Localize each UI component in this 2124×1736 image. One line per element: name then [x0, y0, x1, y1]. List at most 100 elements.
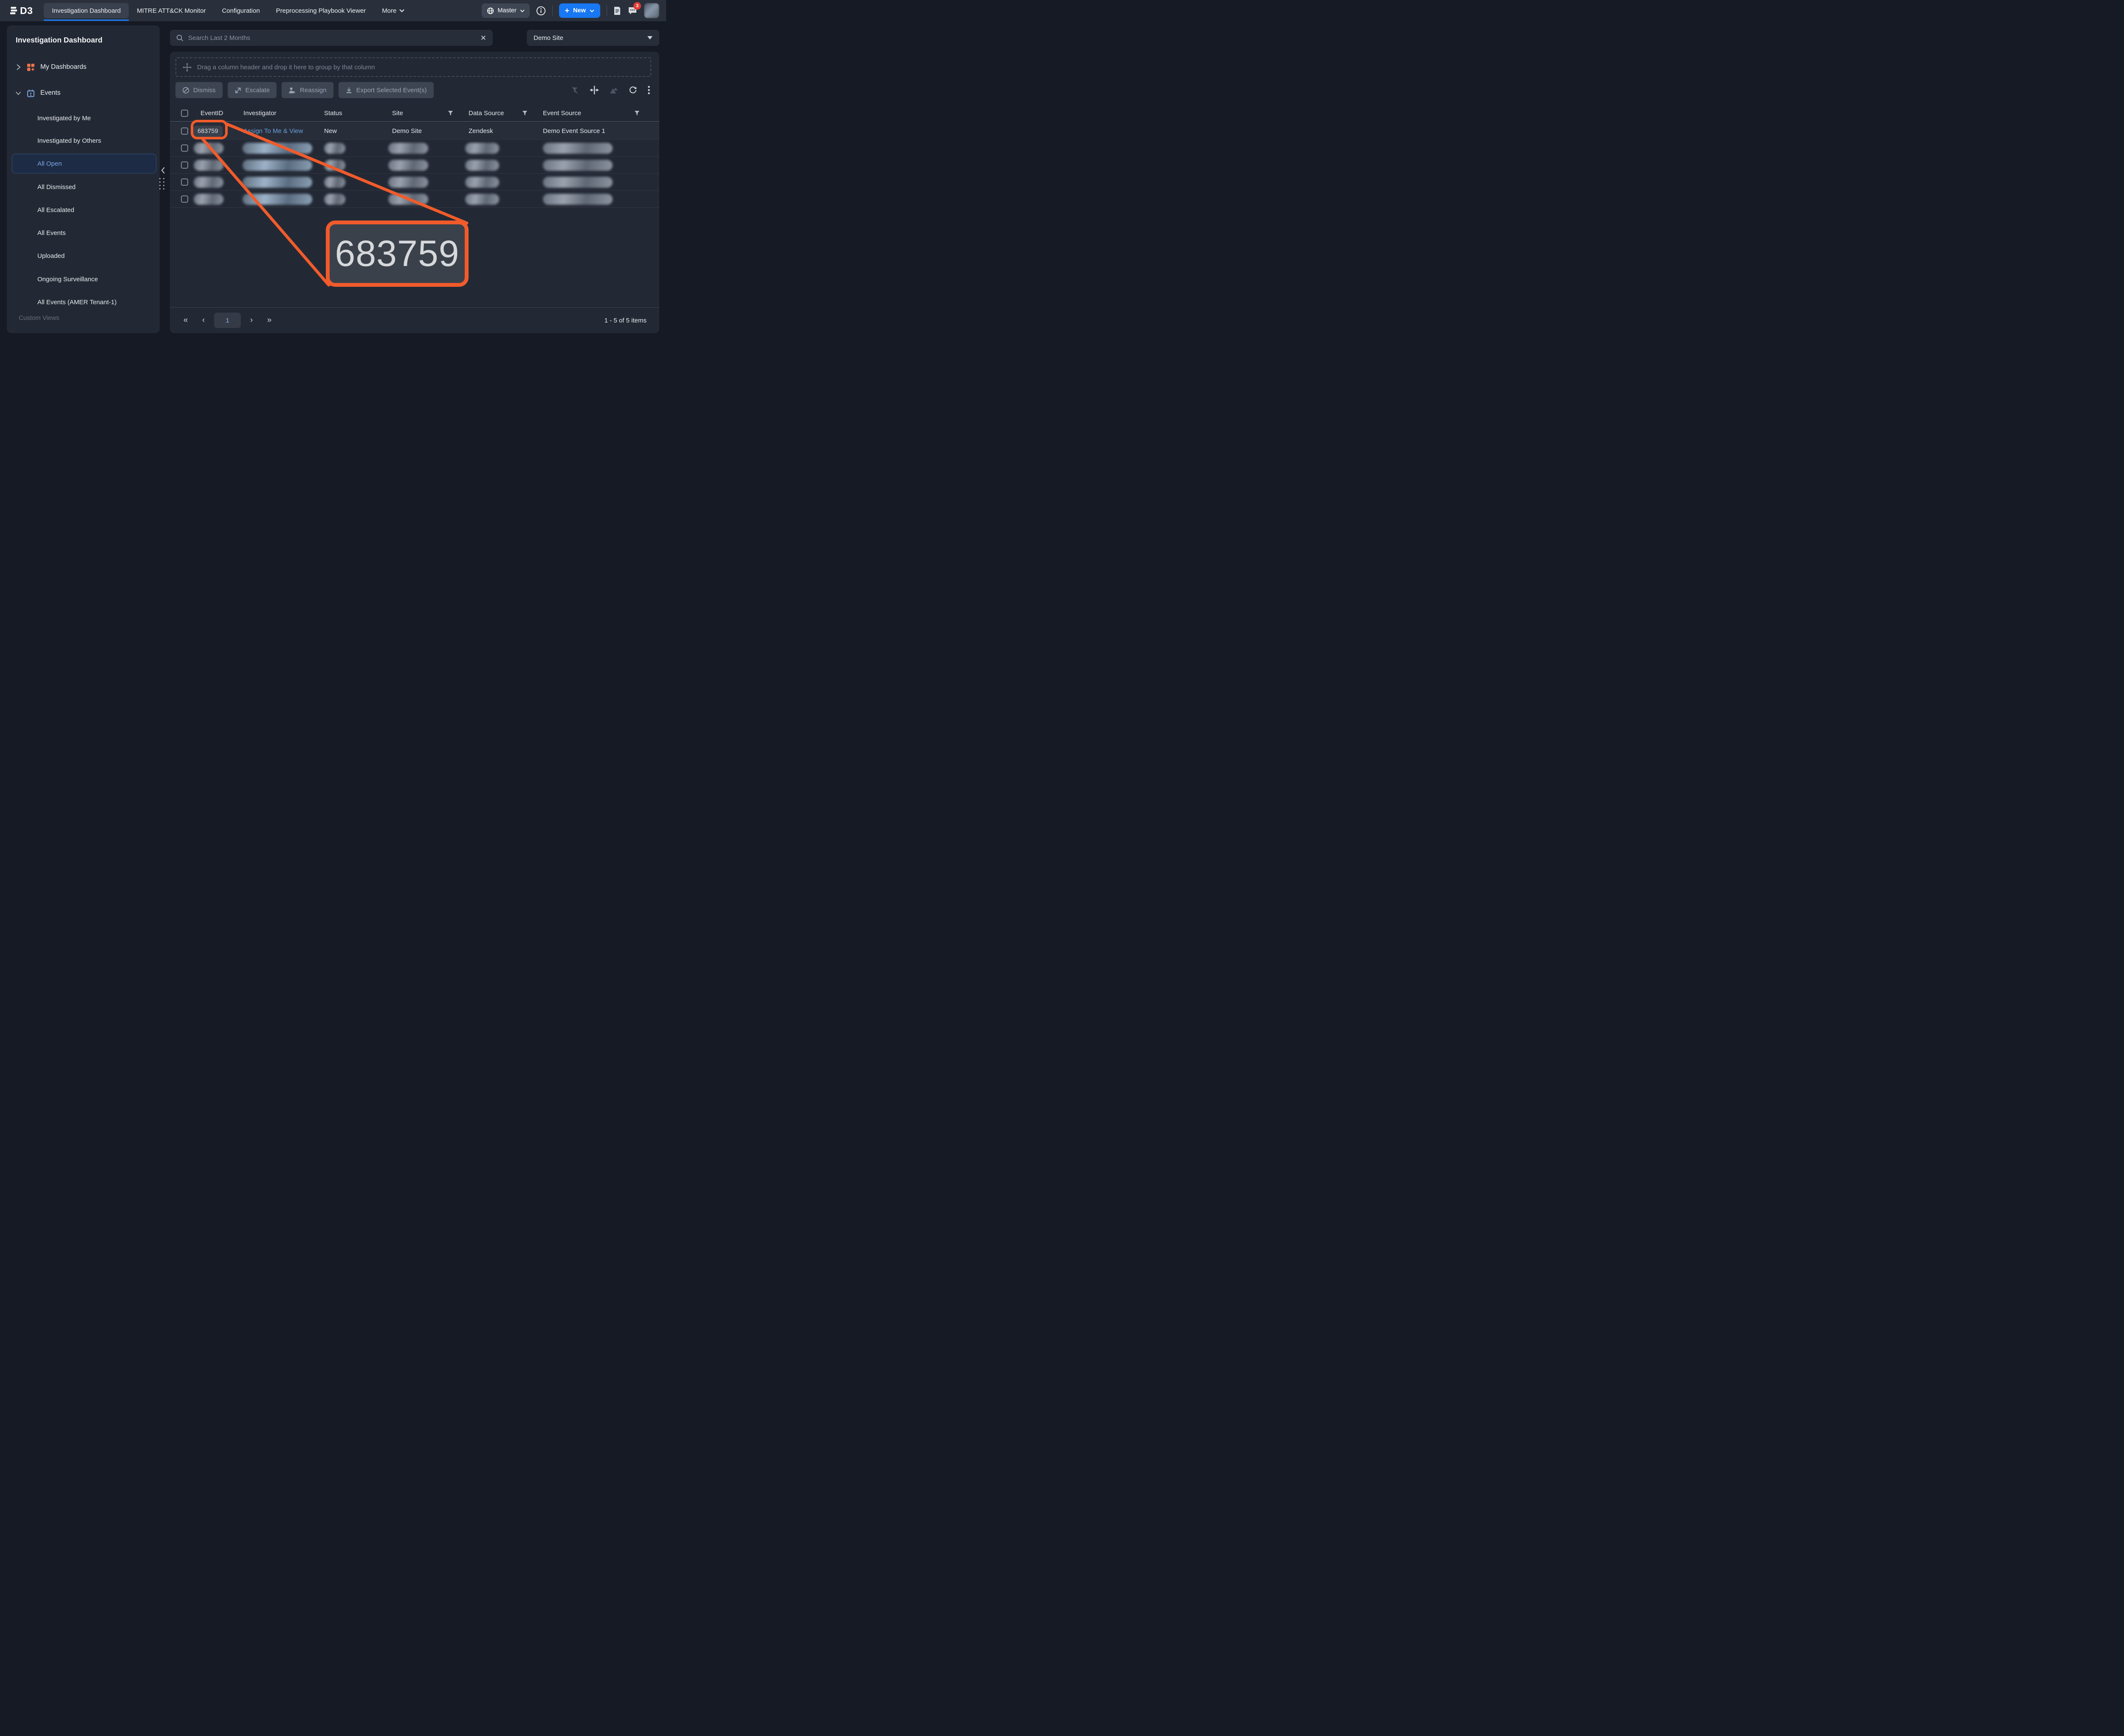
escalate-button[interactable]: Escalate [228, 82, 277, 98]
globe-icon [487, 7, 494, 14]
sidebar-item-all-dismissed[interactable]: All Dismissed [37, 178, 76, 195]
row-checkbox[interactable] [181, 195, 188, 203]
notifications-button[interactable]: 3 [627, 6, 638, 16]
sidebar-item-uploaded[interactable]: Uploaded [37, 247, 65, 264]
event-id-cell[interactable]: 683759 [193, 126, 223, 137]
chevron-down-icon [590, 9, 594, 12]
redacted-event-source [543, 143, 613, 154]
column-header-investigator[interactable]: Investigator [240, 110, 321, 117]
sidebar-item-all-events-amer-tenant-1[interactable]: All Events (AMER Tenant-1) [37, 294, 116, 311]
release-notes-button[interactable] [613, 6, 621, 15]
more-options-button[interactable] [648, 86, 650, 94]
column-header-event-source[interactable]: Event Source [539, 110, 652, 117]
tab-investigation-dashboard[interactable]: Investigation Dashboard [44, 0, 129, 21]
first-page-button[interactable]: « [178, 316, 193, 325]
group-label: Events [40, 89, 60, 97]
tenant-label: Master [497, 7, 516, 14]
table-row-redacted[interactable] [170, 157, 659, 174]
logo-text: D3 [20, 5, 33, 17]
redacted-investigator [243, 177, 312, 188]
next-page-button[interactable]: › [244, 316, 259, 325]
row-checkbox[interactable] [181, 161, 188, 169]
sidebar-item-all-escalated[interactable]: All Escalated [37, 201, 74, 218]
redacted-event-source [543, 160, 613, 171]
redacted-data-source [465, 194, 499, 205]
redacted-site [388, 143, 428, 154]
redacted-data-source [465, 160, 499, 171]
dashboards-icon [27, 63, 35, 71]
sidebar-item-all-events[interactable]: All Events [37, 224, 66, 241]
table-row-redacted[interactable] [170, 191, 659, 208]
sidebar-item-investigated-by-others[interactable]: Investigated by Others [37, 132, 101, 149]
sidebar-group-my-dashboards[interactable]: My Dashboards [15, 59, 155, 76]
tab-more[interactable]: More [374, 0, 412, 21]
refresh-button[interactable] [629, 86, 637, 94]
column-header-site[interactable]: Site [389, 110, 465, 117]
search-icon [176, 34, 184, 42]
search-input[interactable] [188, 34, 476, 42]
sidebar-item-investigated-by-me[interactable]: Investigated by Me [37, 110, 91, 127]
column-header-event-id[interactable]: EventID [192, 110, 240, 117]
chevron-down-icon [15, 90, 21, 96]
table-row-redacted[interactable] [170, 174, 659, 191]
current-page-button[interactable]: 1 [214, 313, 241, 328]
chart-view-button[interactable] [610, 86, 618, 94]
plus-icon: + [565, 6, 570, 15]
filter-off-icon [571, 86, 579, 94]
clear-search-icon[interactable]: ✕ [480, 34, 486, 42]
d3-logo[interactable]: D3 [10, 0, 33, 21]
grid-utility-icons [571, 82, 650, 98]
d3-logo-icon [10, 6, 19, 16]
user-avatar[interactable] [644, 3, 659, 18]
top-navbar: D3 Investigation Dashboard MITRE ATT&CK … [0, 0, 666, 21]
tab-mitre-attck-monitor[interactable]: MITRE ATT&CK Monitor [129, 0, 214, 21]
reassign-button[interactable]: Reassign [282, 82, 333, 98]
table-row-redacted[interactable] [170, 140, 659, 157]
kebab-menu-icon [648, 86, 650, 94]
chevron-down-icon [399, 9, 404, 12]
select-all-checkbox[interactable] [181, 110, 188, 117]
events-calendar-icon [27, 89, 35, 97]
tab-configuration[interactable]: Configuration [214, 0, 268, 21]
export-button[interactable]: Export Selected Event(s) [339, 82, 434, 98]
nav-tabs: Investigation Dashboard MITRE ATT&CK Mon… [44, 0, 412, 21]
tenant-selector-button[interactable]: Master [482, 3, 529, 18]
redacted-event-source [543, 177, 613, 188]
new-button[interactable]: + New [559, 3, 600, 18]
filter-icon[interactable] [522, 110, 528, 116]
sidebar-item-all-open[interactable]: All Open [12, 154, 156, 173]
row-checkbox[interactable] [181, 178, 188, 186]
redacted-site [388, 160, 428, 171]
table-row[interactable]: 683759 Assign To Me & View New Demo Site… [170, 123, 659, 140]
column-header-status[interactable]: Status [321, 110, 389, 117]
filter-icon[interactable] [448, 110, 453, 116]
last-page-button[interactable]: » [262, 316, 277, 325]
site-selector[interactable]: Demo Site [527, 30, 659, 46]
prev-page-button[interactable]: ‹ [196, 316, 211, 325]
tab-preprocessing-playbook-viewer[interactable]: Preprocessing Playbook Viewer [268, 0, 374, 21]
redacted-investigator [243, 160, 312, 171]
info-button[interactable] [536, 6, 546, 16]
clear-filter-button[interactable] [571, 86, 579, 94]
table-body: 683759 Assign To Me & View New Demo Site… [170, 123, 659, 208]
row-checkbox[interactable] [181, 127, 188, 135]
event-source-cell: Demo Event Source 1 [539, 127, 652, 135]
divider [552, 6, 553, 16]
group-by-dropzone[interactable]: Drag a column header and drop it here to… [175, 57, 651, 77]
redacted-event-source [543, 194, 613, 205]
panel-drag-handle[interactable] [159, 178, 164, 189]
avatar-image [644, 3, 659, 18]
assign-to-me-link[interactable]: Assign To Me & View [243, 127, 303, 135]
move-icon [183, 63, 192, 72]
sidebar-item-ongoing-surveillance[interactable]: Ongoing Surveillance [37, 271, 98, 288]
column-resize-button[interactable] [590, 86, 599, 94]
filter-icon[interactable] [634, 110, 640, 116]
column-header-data-source[interactable]: Data Source [465, 110, 539, 117]
dismiss-button[interactable]: Dismiss [175, 82, 223, 98]
sidebar-collapse-button[interactable] [161, 167, 166, 176]
sidebar-group-events[interactable]: Events [15, 85, 155, 102]
reassign-icon [288, 87, 296, 94]
row-checkbox[interactable] [181, 144, 188, 152]
events-grid-panel: Drag a column header and drop it here to… [170, 52, 659, 333]
notification-badge: 3 [633, 2, 641, 10]
